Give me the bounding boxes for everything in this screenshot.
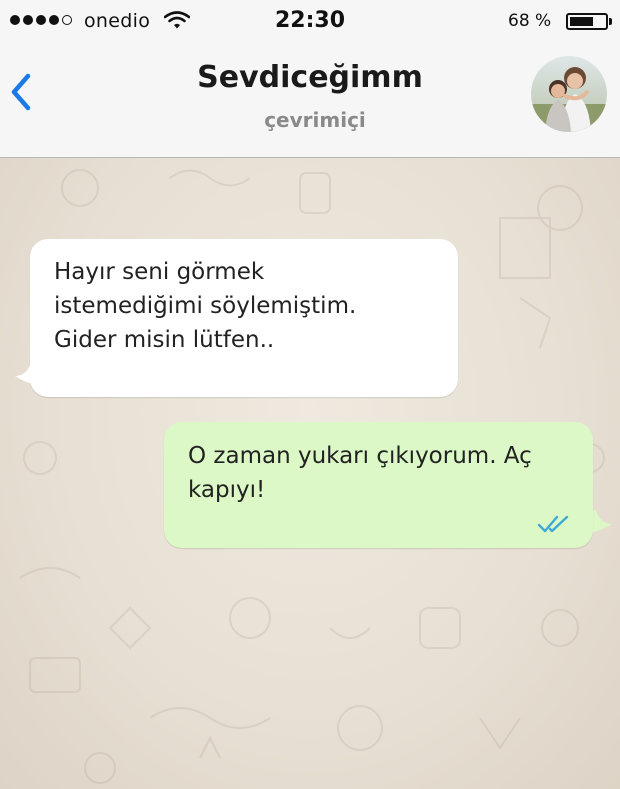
chat-area[interactable]: Hayır seni görmek istemediğimi söylemişt… (0, 158, 620, 789)
status-bar: onedio 22:30 68 % (0, 0, 620, 44)
avatar-image (531, 56, 607, 132)
avatar[interactable] (531, 56, 607, 132)
battery-fill (570, 17, 594, 26)
contact-name[interactable]: Sevdiceğimm (0, 60, 620, 95)
double-check-icon (537, 515, 569, 533)
battery-icon (566, 13, 612, 30)
contact-status: çevrimiçi (264, 108, 366, 132)
battery-percentage: 68 % (508, 11, 552, 31)
message-text: O zaman yukarı çıkıyorum. Aç kapıyı! (188, 443, 532, 503)
message-text: Hayır seni görmek istemediğimi söylemişt… (54, 259, 357, 353)
chat-header: Sevdiceğimm çevrimiçi (0, 44, 620, 158)
incoming-message[interactable]: Hayır seni görmek istemediğimi söylemişt… (30, 239, 458, 397)
outgoing-message[interactable]: O zaman yukarı çıkıyorum. Aç kapıyı! (164, 422, 593, 548)
